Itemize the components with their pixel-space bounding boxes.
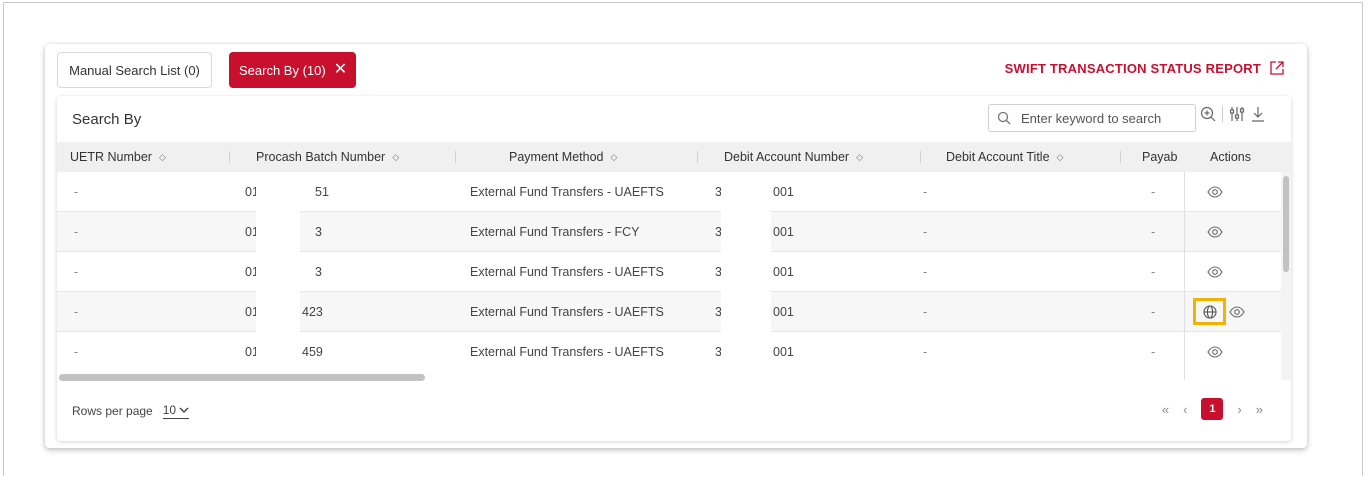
col-debit-account-title[interactable]: Debit Account Title ◇ — [946, 142, 1063, 172]
column-settings-icon[interactable] — [1229, 106, 1245, 122]
col-method-label: Payment Method — [509, 150, 604, 164]
swift-report-label: SWIFT TRANSACTION STATUS REPORT — [1004, 60, 1261, 76]
toolbar-divider — [1222, 106, 1223, 122]
cell-uetr: - — [74, 345, 79, 359]
cell-debit-title: - — [923, 185, 928, 199]
col-uetr-number[interactable]: UETR Number ◇ — [70, 142, 166, 172]
sort-icon[interactable]: ◇ — [392, 152, 399, 163]
tab-manual-search-list[interactable]: Manual Search List (0) — [57, 52, 212, 88]
col-batch-label: Procash Batch Number — [256, 150, 386, 164]
last-page-button[interactable]: » — [1256, 402, 1263, 417]
cell-payable: - — [1151, 225, 1156, 239]
zoom-in-icon[interactable] — [1200, 106, 1216, 122]
search-placeholder: Enter keyword to search — [1021, 110, 1162, 126]
cell-payable: - — [1151, 265, 1156, 279]
cell-payable: - — [1151, 185, 1156, 199]
cell-payable: - — [1151, 305, 1156, 319]
table-row[interactable]: - 01 423 External Fund Transfers - UAEFT… — [57, 292, 1283, 332]
col-payment-method[interactable]: Payment Method ◇ — [509, 142, 617, 172]
cell-payment-method: External Fund Transfers - UAEFTS — [470, 305, 664, 319]
table-row[interactable]: - 01 51 External Fund Transfers - UAEFTS… — [57, 172, 1283, 212]
external-link-icon — [1270, 61, 1284, 75]
prev-page-button[interactable]: ‹ — [1183, 402, 1187, 417]
cell-account-suffix: 001 — [773, 225, 794, 239]
cell-payable: - — [1151, 345, 1156, 359]
vertical-scrollbar[interactable] — [1283, 176, 1289, 272]
cell-payment-method: External Fund Transfers - UAEFTS — [470, 265, 664, 279]
col-debit-title-label: Debit Account Title — [946, 150, 1050, 164]
cell-payment-method: External Fund Transfers - FCY — [470, 225, 640, 239]
tab-search-by[interactable]: Search By (10) ✕ — [229, 52, 356, 88]
table-toolbar — [1200, 106, 1265, 122]
cell-uetr: - — [74, 265, 79, 279]
cell-batch-suffix: 459 — [302, 345, 323, 359]
col-payable-label: Payab — [1142, 150, 1178, 164]
column-divider — [697, 151, 698, 163]
panel-title: Search By — [72, 111, 142, 128]
col-uetr-label: UETR Number — [70, 150, 152, 164]
tab-search-by-label: Search By (10) — [239, 62, 326, 78]
close-icon[interactable]: ✕ — [334, 62, 347, 78]
next-page-button[interactable]: › — [1237, 402, 1241, 417]
column-divider — [920, 151, 921, 163]
cell-batch-suffix: 423 — [302, 305, 323, 319]
cell-payment-method: External Fund Transfers - UAEFTS — [470, 185, 664, 199]
cell-debit-title: - — [923, 345, 928, 359]
col-actions-label: Actions — [1210, 150, 1251, 164]
tab-manual-label: Manual Search List (0) — [69, 62, 200, 78]
column-divider — [229, 151, 230, 163]
cell-debit-title: - — [923, 225, 928, 239]
redaction-mask — [721, 172, 771, 380]
cell-account-suffix: 001 — [773, 265, 794, 279]
col-debit-number-label: Debit Account Number — [724, 150, 850, 164]
column-divider — [455, 151, 456, 163]
horizontal-scrollbar[interactable] — [59, 374, 425, 381]
cell-uetr: - — [74, 305, 79, 319]
pagination: « ‹ 1 › » — [1162, 398, 1263, 420]
rows-per-page: Rows per page 10 — [72, 403, 190, 419]
cell-batch-suffix: 51 — [315, 185, 329, 199]
col-procash-batch-number[interactable]: Procash Batch Number ◇ — [256, 142, 399, 172]
cell-debit-title: - — [923, 265, 928, 279]
sort-icon[interactable]: ◇ — [856, 152, 863, 163]
cell-debit-title: - — [923, 305, 928, 319]
sort-icon[interactable]: ◇ — [159, 152, 166, 163]
cell-account-suffix: 001 — [773, 305, 794, 319]
chevron-down-icon — [179, 407, 189, 413]
col-payable[interactable]: Payab — [1142, 142, 1177, 172]
cell-payment-method: External Fund Transfers - UAEFTS — [470, 345, 664, 359]
cell-batch-suffix: 3 — [315, 265, 322, 279]
rows-per-page-select[interactable]: 10 — [162, 403, 190, 419]
cell-account-suffix: 001 — [773, 345, 794, 359]
actions-column-divider — [1184, 172, 1284, 380]
col-actions: Actions — [1210, 142, 1251, 172]
table-header: UETR Number ◇ Procash Batch Number ◇ Payme… — [57, 142, 1291, 172]
swift-report-link[interactable]: SWIFT TRANSACTION STATUS REPORT — [1005, 60, 1285, 76]
column-divider — [1120, 151, 1121, 163]
search-icon — [997, 111, 1011, 125]
first-page-button[interactable]: « — [1162, 402, 1169, 417]
download-icon[interactable] — [1251, 106, 1265, 122]
redaction-mask — [256, 172, 300, 380]
table-row[interactable]: - 01 459 External Fund Transfers - UAEFT… — [57, 332, 1283, 372]
cell-uetr: - — [74, 225, 79, 239]
search-by-panel: Search By Enter keyword to search UETR N… — [57, 96, 1291, 441]
page-number-current[interactable]: 1 — [1201, 398, 1224, 420]
search-input[interactable]: Enter keyword to search — [988, 104, 1196, 132]
table-row[interactable]: - 01 3 External Fund Transfers - FCY 317… — [57, 212, 1283, 252]
rows-per-page-label: Rows per page — [72, 404, 153, 418]
cell-uetr: - — [74, 185, 79, 199]
cell-batch-suffix: 3 — [315, 225, 322, 239]
col-debit-account-number[interactable]: Debit Account Number ◇ — [724, 142, 863, 172]
sort-icon[interactable]: ◇ — [611, 152, 618, 163]
table-row[interactable]: - 01 3 External Fund Transfers - UAEFTS … — [57, 252, 1283, 292]
sort-icon[interactable]: ◇ — [1057, 152, 1064, 163]
cell-account-suffix: 001 — [773, 185, 794, 199]
rows-per-page-value: 10 — [162, 403, 177, 417]
